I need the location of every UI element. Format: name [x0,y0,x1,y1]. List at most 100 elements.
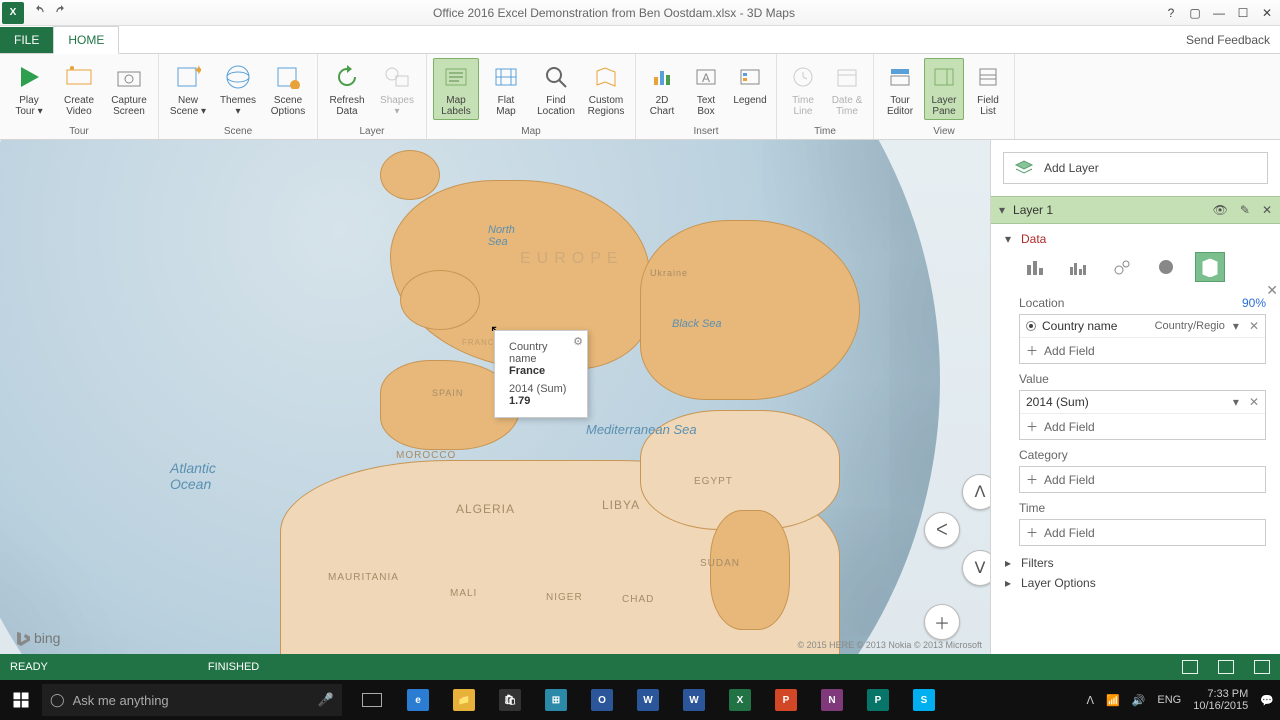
remove-field-icon[interactable]: ✕ [1249,395,1259,409]
viz-heatmap-button[interactable] [1151,252,1181,282]
text-box-button[interactable]: AText Box [686,58,726,120]
flat-map-button[interactable]: Flat Map [483,58,529,120]
taskbar-skype[interactable]: S [902,680,946,720]
play-tour-button[interactable]: Play Tour ▾ [6,58,52,120]
create-video-button[interactable]: Create Video [56,58,102,120]
tray-notifications-icon[interactable]: 💬 [1260,694,1274,707]
close-pane-icon[interactable]: ✕ [1266,282,1278,299]
bing-icon [14,630,30,646]
data-section-header[interactable]: ▾Data [1005,232,1266,246]
filters-section-header[interactable]: ▸Filters [1005,556,1266,570]
taskbar-explorer[interactable]: 📁 [442,680,486,720]
map-labels-button[interactable]: Map Labels [433,58,479,120]
map-copyright: © 2015 HERE © 2013 Nokia © 2013 Microsof… [798,640,982,650]
location-percent[interactable]: 90% [1242,296,1266,310]
maximize-icon[interactable]: ☐ [1232,3,1254,23]
tray-network-icon[interactable]: 📶 [1106,694,1120,707]
start-button[interactable] [0,680,42,720]
radio-icon[interactable] [1026,321,1036,331]
zoom-in-button[interactable]: ＋ [924,604,960,640]
plus-icon: ＋ [1026,471,1038,488]
taskbar-word2[interactable]: W [672,680,716,720]
viz-region-button[interactable] [1195,252,1225,282]
find-location-button[interactable]: Find Location [533,58,579,120]
datetime-button: Date & Time [827,58,867,120]
taskbar-outlook[interactable]: O [580,680,624,720]
tab-file[interactable]: FILE [0,27,53,53]
send-feedback-link[interactable]: Send Feedback [1186,33,1270,47]
tour-editor-button[interactable]: Tour Editor [880,58,920,120]
ribbon-options-icon[interactable]: ▢ [1184,3,1206,23]
map-view[interactable]: North Sea EUROPE Black Sea Mediterranean… [0,140,990,654]
map-labels-icon [440,61,472,93]
legend-button[interactable]: Legend [730,58,770,109]
capture-screen-button[interactable]: Capture Screen [106,58,152,120]
tray-volume-icon[interactable]: 🔊 [1132,694,1146,707]
viz-stacked-column-button[interactable] [1019,252,1049,282]
label-chad: CHAD [622,594,654,605]
value-add-field[interactable]: ＋Add Field [1020,414,1265,439]
tray-clock[interactable]: 7:33 PM 10/16/2015 [1193,688,1248,712]
task-view-button[interactable] [350,680,394,720]
bing-attribution: bing [14,630,60,646]
add-layer-button[interactable]: Add Layer [1003,152,1268,184]
dropdown-icon[interactable]: ▾ [1233,395,1239,409]
taskbar-store[interactable]: 🛍 [488,680,532,720]
taskbar-excel[interactable]: X [718,680,762,720]
status-icon-1[interactable] [1182,660,1198,674]
refresh-data-button[interactable]: Refresh Data [324,58,370,120]
custom-regions-button[interactable]: Custom Regions [583,58,629,120]
location-add-field[interactable]: ＋Add Field [1020,338,1265,363]
help-icon[interactable]: ? [1160,3,1182,23]
tilt-down-button[interactable]: ᐯ [962,550,990,586]
taskbar-word[interactable]: W [626,680,670,720]
layer-pane-button[interactable]: Layer Pane [924,58,964,120]
2d-chart-button[interactable]: 2D Chart [642,58,682,120]
delete-layer-icon[interactable]: ✕ [1262,203,1272,217]
search-box[interactable]: ◯ Ask me anything 🎤 [42,684,342,716]
close-icon[interactable]: ✕ [1256,3,1278,23]
taskbar-app1[interactable]: ⊞ [534,680,578,720]
tray-language[interactable]: ENG [1157,694,1181,706]
svg-text:✦: ✦ [193,65,201,78]
viz-bubble-button[interactable] [1107,252,1137,282]
status-icon-2[interactable] [1218,660,1234,674]
scene-options-icon [272,61,304,93]
themes-button[interactable]: Themes ▾ [215,58,261,120]
status-icon-3[interactable] [1254,660,1270,674]
play-icon [13,61,45,93]
field-list-button[interactable]: Field List [968,58,1008,120]
layer-options-section-header[interactable]: ▸Layer Options [1005,576,1266,590]
dropdown-icon[interactable]: ▾ [1233,319,1239,333]
taskbar-edge[interactable]: e [396,680,440,720]
remove-field-icon[interactable]: ✕ [1249,319,1259,333]
tilt-up-button[interactable]: ᐱ [962,474,990,510]
new-scene-button[interactable]: ✦New Scene ▾ [165,58,211,120]
layer-name: Layer 1 [1013,203,1201,217]
value-field-row[interactable]: 2014 (Sum) ▾ ✕ [1020,391,1265,414]
redo-icon[interactable] [54,4,68,21]
tooltip-gear-icon[interactable]: ⚙ [573,335,583,348]
layer-header[interactable]: ▾ Layer 1 👁 ✎ ✕ [991,196,1280,224]
viz-clustered-column-button[interactable] [1063,252,1093,282]
taskbar-powerpoint[interactable]: P [764,680,808,720]
category-add-field[interactable]: ＋Add Field [1020,467,1265,492]
new-scene-icon: ✦ [172,61,204,93]
minimize-icon[interactable]: — [1208,3,1230,23]
rename-icon[interactable]: ✎ [1240,203,1250,217]
taskbar-onenote[interactable]: N [810,680,854,720]
time-add-field[interactable]: ＋Add Field [1020,520,1265,545]
tab-home[interactable]: HOME [53,26,119,54]
tooltip-field1-label: Country name [509,341,573,365]
visibility-icon[interactable]: 👁 [1213,203,1228,217]
undo-icon[interactable] [32,4,46,21]
scene-options-button[interactable]: Scene Options [265,58,311,120]
tray-chevron-icon[interactable]: ᐱ [1086,694,1094,707]
mic-icon[interactable]: 🎤 [318,692,334,708]
rotate-left-button[interactable]: ᐸ [924,512,960,548]
flat-map-icon [490,61,522,93]
location-field-row[interactable]: Country name Country/Regio ▾ ✕ [1020,315,1265,338]
collapse-icon[interactable]: ▾ [999,203,1005,217]
taskbar-publisher[interactable]: P [856,680,900,720]
label-algeria: ALGERIA [456,502,515,516]
